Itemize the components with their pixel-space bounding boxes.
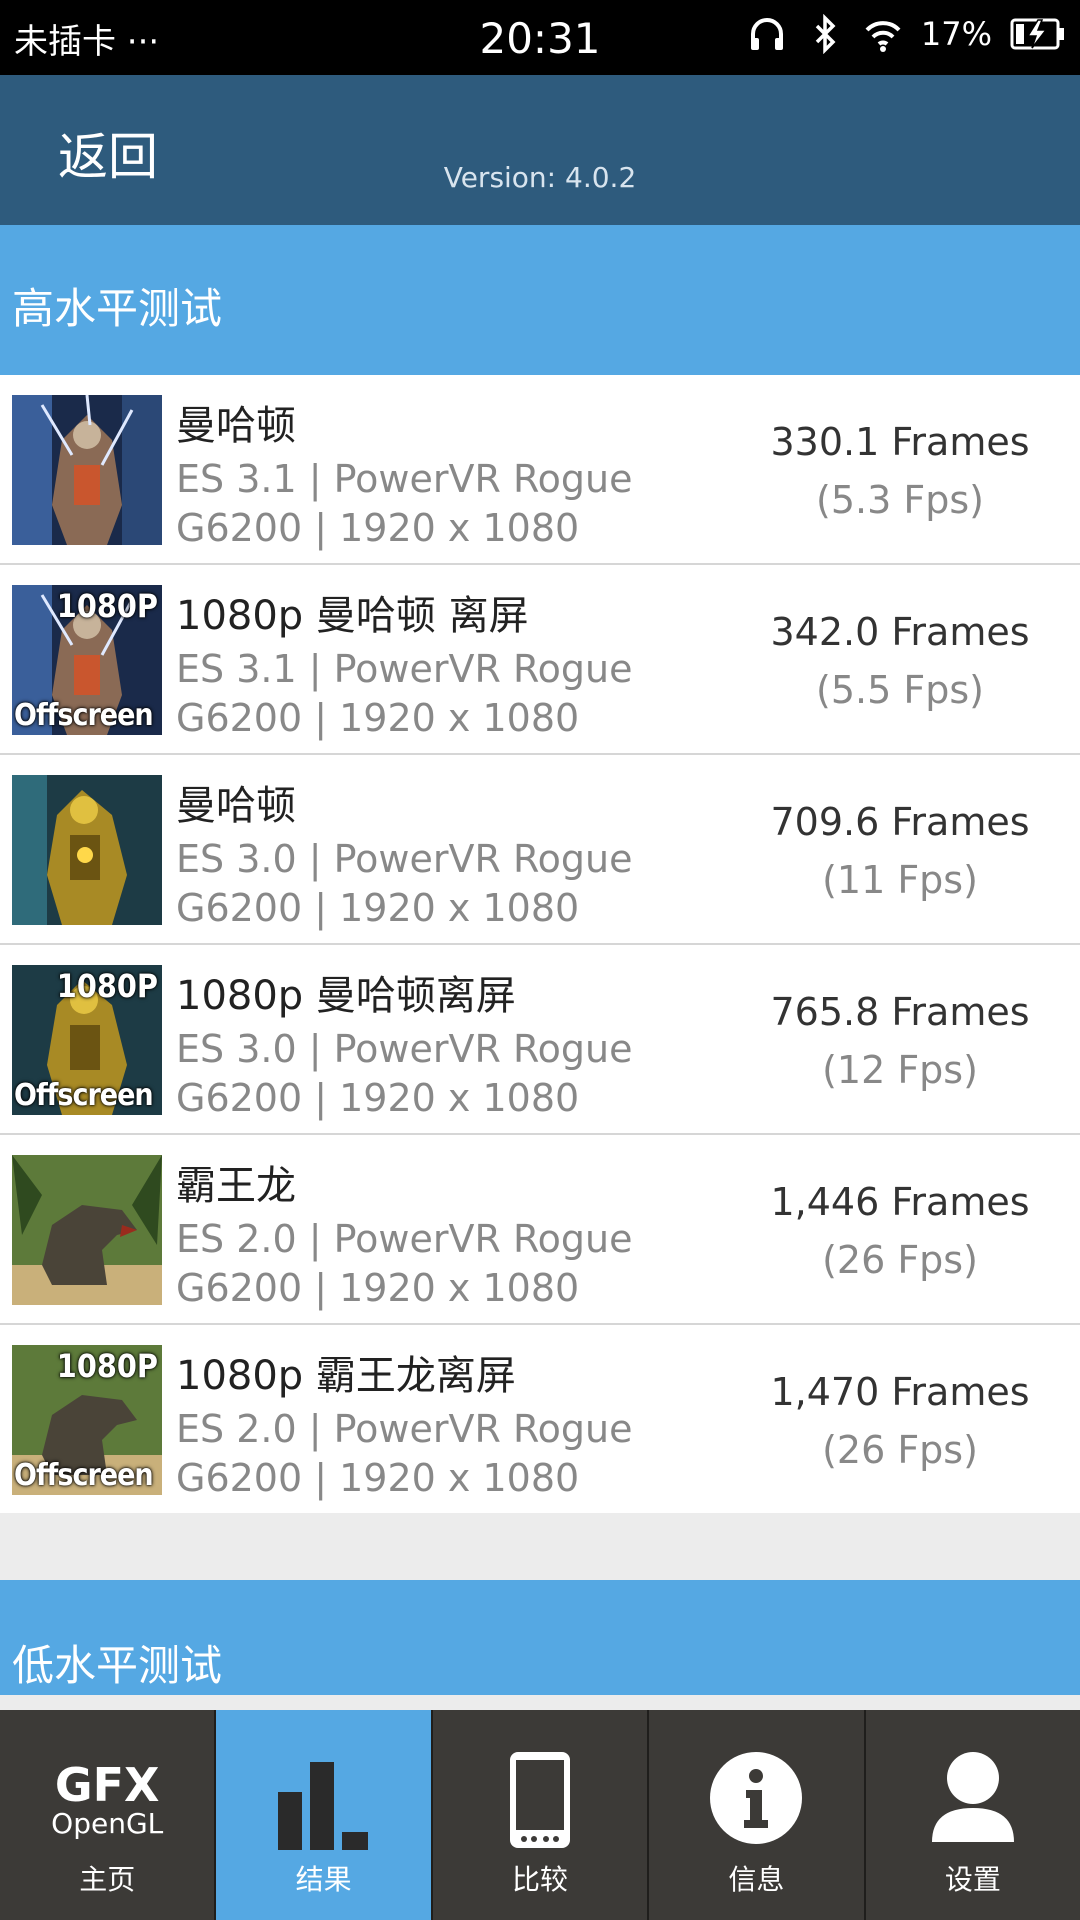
test-name: 曼哈顿 (176, 783, 296, 829)
thumbnail-tag-offscreen: Offscreen (14, 1458, 154, 1493)
frames-value: 342.0 Frames (770, 610, 1030, 654)
section-header-low-level: 低水平测试 (0, 1580, 1080, 1695)
frames-value: 709.6 Frames (770, 800, 1030, 844)
test-resolution: G6200 | 1920 x 1080 (176, 506, 580, 550)
gfx-logo-icon: GFX OpenGL (37, 1762, 177, 1840)
nav-compare[interactable]: 比较 (430, 1710, 647, 1920)
manhattan30-thumbnail (12, 775, 162, 925)
test-resolution: G6200 | 1920 x 1080 (176, 1456, 580, 1500)
test-api-gpu: ES 2.0 | PowerVR Rogue (176, 1217, 633, 1261)
wifi-icon (865, 21, 901, 52)
battery-percent: 17% (920, 15, 992, 53)
thumbnail-tag-1080p: 1080P (56, 1347, 158, 1385)
test-name: 霸王龙 (176, 1163, 296, 1209)
test-details: ES 2.0 | PowerVR Rogue G6200 | 1920 x 10… (176, 1405, 633, 1503)
status-bar: 未插卡 ··· 20:31 17% (0, 0, 1080, 75)
test-api-gpu: ES 3.1 | PowerVR Rogue (176, 457, 633, 501)
thumbnail-tag-offscreen: Offscreen (14, 698, 154, 733)
test-resolution: G6200 | 1920 x 1080 (176, 1266, 580, 1310)
app-header: 返回 Version: 4.0.2 (0, 75, 1080, 225)
nav-label: 设置 (944, 1863, 1001, 1896)
test-details: ES 3.1 | PowerVR Rogue G6200 | 1920 x 10… (176, 645, 633, 743)
manhattan30-offscreen-thumbnail: 1080P Offscreen (12, 965, 162, 1115)
fps-value: (26 Fps) (822, 1428, 978, 1472)
nav-label: 主页 (79, 1863, 136, 1896)
nav-label: 比较 (512, 1863, 569, 1896)
test-api-gpu: ES 3.0 | PowerVR Rogue (176, 837, 633, 881)
thumbnail-tag-1080p: 1080P (56, 587, 158, 625)
fps-value: (5.3 Fps) (816, 478, 984, 522)
logo-gfx: GFX (54, 1758, 160, 1812)
test-name: 1080p 曼哈顿 离屏 (176, 593, 529, 639)
logo-opengl: OpenGL (51, 1807, 164, 1840)
frames-value: 1,470 Frames (770, 1370, 1030, 1414)
results-list: 曼哈顿 ES 3.1 | PowerVR Rogue G6200 | 1920 … (0, 375, 1080, 1513)
test-details: ES 3.0 | PowerVR Rogue G6200 | 1920 x 10… (176, 1025, 633, 1123)
nav-results[interactable]: 结果 (214, 1710, 431, 1920)
fps-value: (5.5 Fps) (816, 668, 984, 712)
frames-value: 1,446 Frames (770, 1180, 1030, 1224)
version-label: Version: 4.0.2 (443, 161, 637, 194)
test-name: 曼哈顿 (176, 403, 296, 449)
test-api-gpu: ES 2.0 | PowerVR Rogue (176, 1407, 633, 1451)
result-row[interactable]: 1080P Offscreen 1080p 霸王龙离屏 ES 2.0 | Pow… (0, 1325, 1080, 1513)
bluetooth-icon (815, 14, 836, 54)
section-header-high-level: 高水平测试 (0, 225, 1080, 375)
bottom-nav: GFX OpenGL 主页 结果 比较 信息 设置 (0, 1710, 1080, 1920)
status-icons: 17% (747, 14, 1066, 54)
battery-charging-icon (1010, 18, 1064, 50)
nav-settings[interactable]: 设置 (863, 1710, 1080, 1920)
section-title: 高水平测试 (12, 284, 223, 333)
test-resolution: G6200 | 1920 x 1080 (176, 696, 580, 740)
info-icon (710, 1752, 803, 1844)
headphones-icon (750, 18, 783, 50)
nav-label: 结果 (295, 1863, 352, 1896)
user-icon (931, 1752, 1014, 1842)
test-name: 1080p 曼哈顿离屏 (176, 973, 516, 1019)
frames-value: 765.8 Frames (770, 990, 1030, 1034)
thumbnail-tag-offscreen: Offscreen (14, 1078, 154, 1113)
result-row[interactable]: 1080P Offscreen 1080p 曼哈顿离屏 ES 3.0 | Pow… (0, 945, 1080, 1135)
test-details: ES 3.1 | PowerVR Rogue G6200 | 1920 x 10… (176, 455, 633, 553)
trex-offscreen-thumbnail: 1080P Offscreen (12, 1345, 162, 1495)
fps-value: (12 Fps) (822, 1048, 978, 1092)
result-row[interactable]: 曼哈顿 ES 3.1 | PowerVR Rogue G6200 | 1920 … (0, 375, 1080, 565)
test-details: ES 2.0 | PowerVR Rogue G6200 | 1920 x 10… (176, 1215, 633, 1313)
fps-value: (26 Fps) (822, 1238, 978, 1282)
trex-thumbnail (12, 1155, 162, 1305)
bar-chart-icon (277, 1762, 368, 1850)
test-api-gpu: ES 3.0 | PowerVR Rogue (176, 1027, 633, 1071)
test-name: 1080p 霸王龙离屏 (176, 1353, 516, 1399)
nav-home[interactable]: GFX OpenGL 主页 (0, 1710, 214, 1920)
thumbnail-tag-1080p: 1080P (56, 967, 158, 1005)
test-details: ES 3.0 | PowerVR Rogue G6200 | 1920 x 10… (176, 835, 633, 933)
test-resolution: G6200 | 1920 x 1080 (176, 1076, 580, 1120)
result-row[interactable]: 曼哈顿 ES 3.0 | PowerVR Rogue G6200 | 1920 … (0, 755, 1080, 945)
nav-info[interactable]: 信息 (647, 1710, 863, 1920)
frames-value: 330.1 Frames (770, 420, 1030, 464)
fps-value: (11 Fps) (822, 858, 978, 902)
nav-label: 信息 (728, 1863, 785, 1896)
test-resolution: G6200 | 1920 x 1080 (176, 886, 580, 930)
manhattan-offscreen-thumbnail: 1080P Offscreen (12, 585, 162, 735)
manhattan-thumbnail (12, 395, 162, 545)
result-row[interactable]: 霸王龙 ES 2.0 | PowerVR Rogue G6200 | 1920 … (0, 1135, 1080, 1325)
test-api-gpu: ES 3.1 | PowerVR Rogue (176, 647, 633, 691)
result-row[interactable]: 1080P Offscreen 1080p 曼哈顿 离屏 ES 3.1 | Po… (0, 565, 1080, 755)
phone-icon (510, 1752, 571, 1848)
section-title: 低水平测试 (12, 1641, 223, 1690)
